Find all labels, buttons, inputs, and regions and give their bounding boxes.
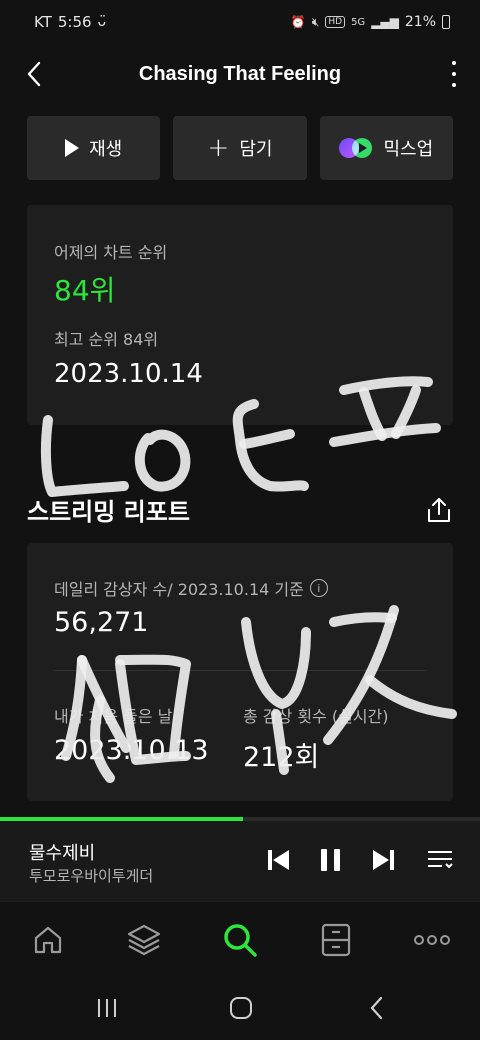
best-rank-date: 2023.10.14 — [54, 359, 203, 389]
home-system-button[interactable] — [226, 993, 256, 1023]
carrier-label: KT — [34, 13, 52, 31]
back-system-button[interactable] — [362, 993, 392, 1023]
signal-icon: ▂▄▆ — [371, 15, 399, 29]
back-arrow-icon — [370, 996, 383, 1020]
play-label: 재생 — [89, 139, 123, 160]
best-rank-label: 최고 순위 84위 — [54, 330, 159, 349]
streaming-report-card: 데일리 감상자 수/ 2023.10.14 기준 i 56,271 내가 처음 … — [27, 543, 453, 801]
hd-badge: HD — [325, 16, 346, 28]
search-icon — [224, 924, 257, 957]
more-horizontal-icon — [414, 935, 450, 945]
nav-home[interactable] — [28, 920, 68, 960]
chart-rank-value: 84위 — [54, 274, 116, 307]
mixup-label: 믹스업 — [383, 139, 434, 160]
battery-level: 21% — [404, 14, 436, 30]
daily-listeners-label: 데일리 감상자 수/ 2023.10.14 기준 i — [54, 576, 328, 600]
pause-button[interactable] — [317, 846, 345, 874]
now-playing-title: 물수제비 — [29, 843, 96, 864]
add-label: 담기 — [239, 139, 273, 160]
back-button[interactable] — [20, 60, 48, 88]
now-playing-artist: 투모로우바이투게더 — [29, 867, 154, 885]
chart-rank-card: 어제의 차트 순위 84위 최고 순위 84위 2023.10.14 — [27, 205, 453, 425]
next-track-button[interactable] — [370, 846, 398, 874]
nav-more[interactable] — [412, 920, 452, 960]
home-icon — [34, 926, 62, 954]
daily-listeners-label-text: 데일리 감상자 수/ 2023.10.14 기준 — [54, 580, 304, 599]
mixup-button[interactable]: 믹스업 — [319, 116, 453, 180]
mute-icon: 🔇︎ — [311, 14, 320, 29]
skip-next-icon — [373, 850, 394, 870]
mini-player[interactable]: 물수제비 투모로우바이투게더 — [0, 821, 480, 901]
clock: 5:56 — [57, 13, 92, 31]
layers-icon — [127, 924, 161, 956]
streaming-report-title: 스트리밍 리포트 — [27, 498, 190, 526]
add-to-playlist-button[interactable]: + 담기 — [173, 116, 307, 180]
divider — [54, 670, 426, 671]
system-navigation — [0, 977, 480, 1040]
storage-icon — [321, 923, 351, 957]
share-icon — [428, 498, 450, 522]
chevron-left-icon — [27, 61, 41, 87]
status-bar: KT 5:56 ᴗ̈ ⏰ 🔇︎ HD 5G ▂▄▆ 21% — [0, 0, 480, 44]
chart-rank-label: 어제의 차트 순위 — [54, 243, 168, 262]
more-vertical-icon — [452, 61, 456, 65]
previous-track-button[interactable] — [264, 846, 292, 874]
first-listen-date: 2023.10.13 — [54, 735, 209, 766]
first-listen-label: 내가 처음 들은 날 — [54, 707, 173, 726]
nav-library[interactable] — [124, 920, 164, 960]
action-bar: 재생 + 담기 믹스업 — [27, 116, 453, 180]
skip-previous-icon — [268, 850, 289, 870]
header: Chasing That Feeling — [0, 48, 480, 100]
home-circle-icon — [230, 997, 252, 1019]
recent-apps-icon — [98, 999, 116, 1017]
play-icon — [65, 139, 80, 157]
playlist-button[interactable] — [426, 846, 454, 874]
battery-icon — [442, 15, 450, 29]
total-plays-label: 총 감상 횟수 (실시간) — [243, 707, 389, 726]
playlist-icon — [428, 851, 453, 869]
info-icon[interactable]: i — [309, 579, 328, 597]
nav-storage[interactable] — [316, 920, 356, 960]
total-plays-value: 212회 — [243, 742, 320, 773]
daily-listeners-count: 56,271 — [54, 607, 149, 638]
bottom-navigation — [0, 901, 480, 977]
play-button[interactable]: 재생 — [27, 116, 161, 180]
app-notification-icon: ᴗ̈ — [97, 14, 107, 30]
nav-search[interactable] — [220, 920, 260, 960]
mixup-icon — [339, 138, 373, 158]
plus-icon: + — [207, 133, 230, 163]
share-button[interactable] — [426, 496, 452, 524]
more-options-button[interactable] — [450, 58, 458, 90]
pause-icon — [321, 849, 340, 871]
page-title: Chasing That Feeling — [138, 62, 342, 85]
network-badge: 5G — [351, 16, 366, 28]
alarm-icon: ⏰ — [290, 15, 306, 29]
recent-apps-button[interactable] — [92, 993, 122, 1023]
